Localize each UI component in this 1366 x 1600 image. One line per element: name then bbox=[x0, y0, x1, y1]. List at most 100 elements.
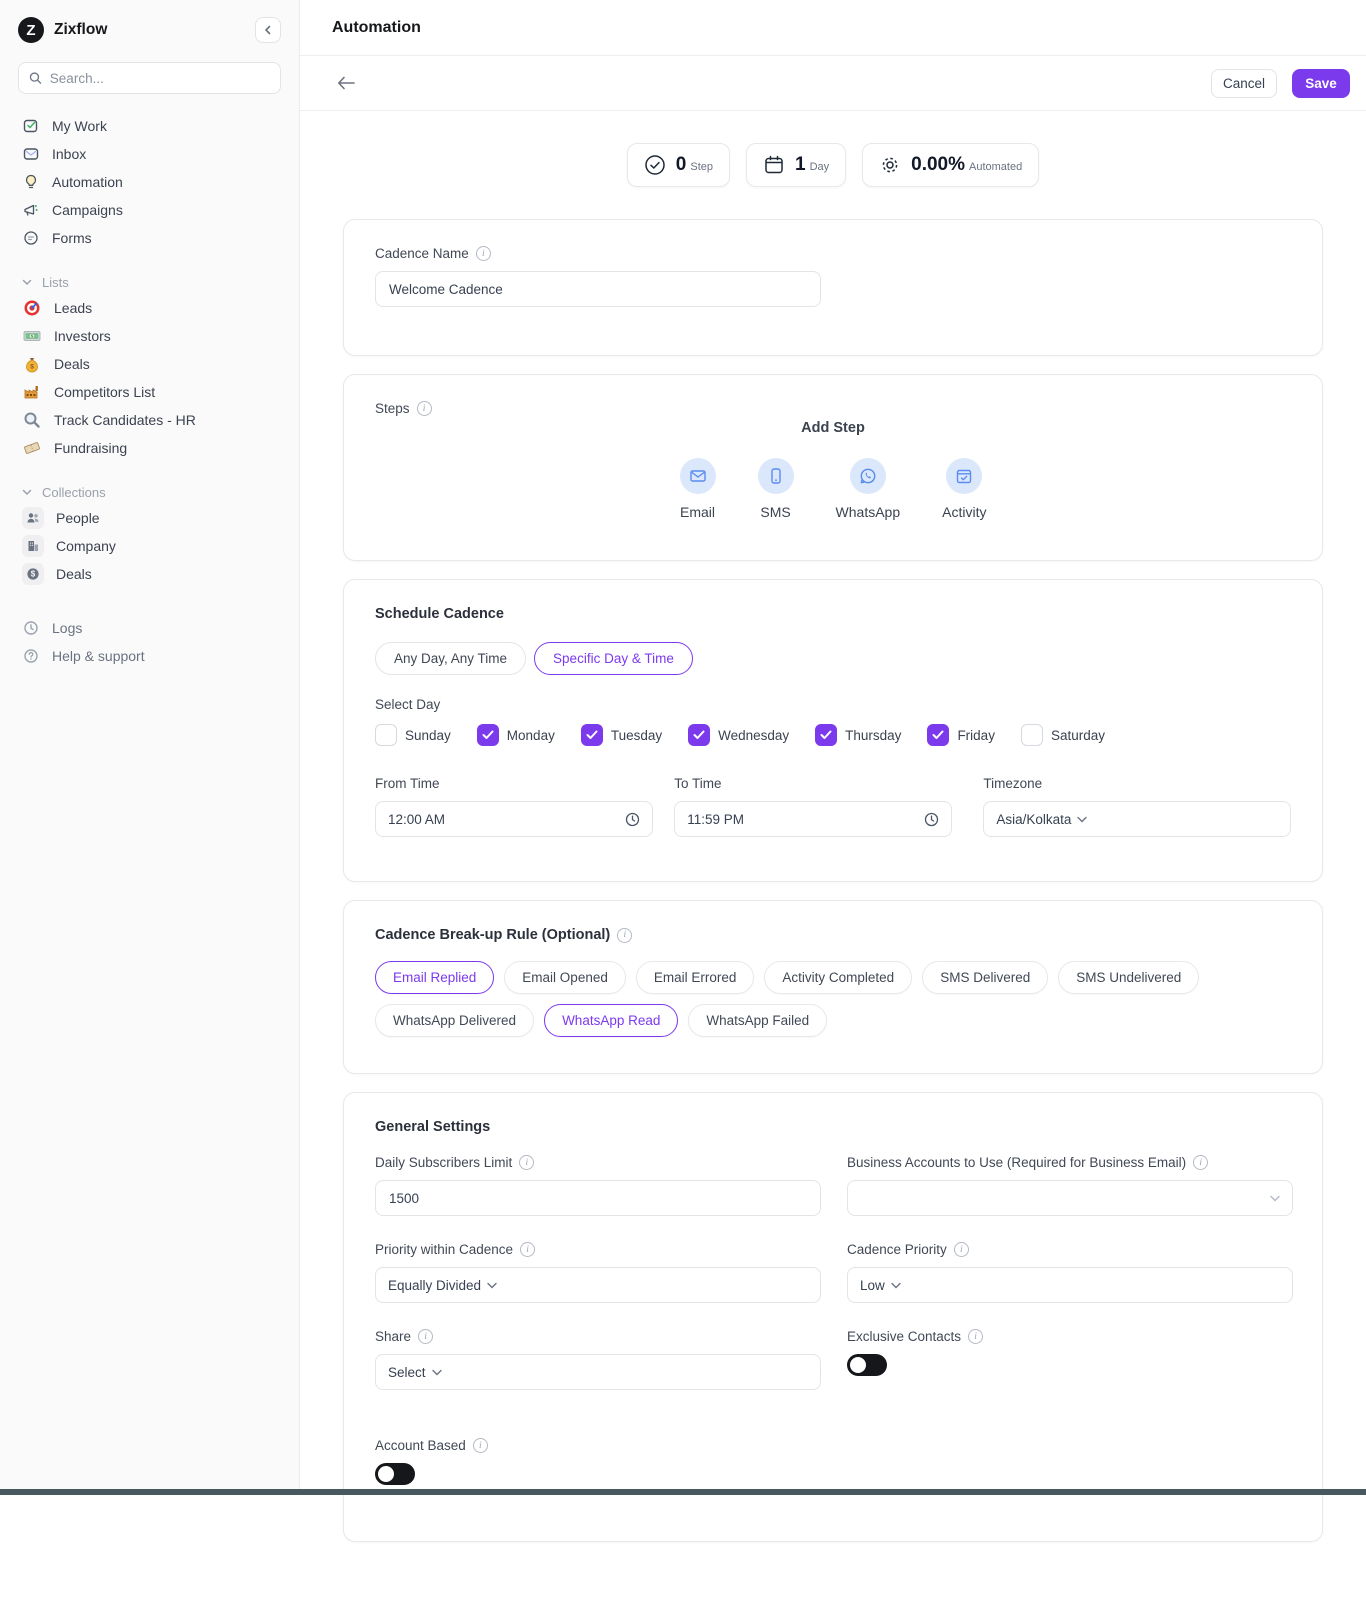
business-accounts-select[interactable] bbox=[847, 1180, 1293, 1216]
share-select[interactable]: Select bbox=[375, 1354, 821, 1390]
info-icon[interactable]: i bbox=[1193, 1155, 1208, 1170]
sidebar-item-competitors-list[interactable]: Competitors List bbox=[18, 378, 281, 406]
sidebar-item-automation[interactable]: Automation bbox=[18, 168, 281, 196]
chip-email-replied[interactable]: Email Replied bbox=[375, 961, 494, 994]
cadence-name-input[interactable] bbox=[375, 271, 821, 307]
to-time-label: To Time bbox=[674, 776, 952, 791]
cadence-priority-field: Cadence Priority i Low bbox=[847, 1242, 1293, 1303]
daily-subscribers-label-row: Daily Subscribers Limit i bbox=[375, 1155, 821, 1170]
day-checkbox-wednesday[interactable]: Wednesday bbox=[688, 724, 789, 746]
info-icon[interactable]: i bbox=[968, 1329, 983, 1344]
exclusive-contacts-field: Exclusive Contacts i bbox=[847, 1329, 1293, 1390]
sidebar-item-deals-list[interactable]: $ Deals bbox=[18, 350, 281, 378]
cancel-button[interactable]: Cancel bbox=[1211, 69, 1277, 98]
chip-activity-completed[interactable]: Activity Completed bbox=[764, 961, 912, 994]
sidebar-item-investors[interactable]: $ Investors bbox=[18, 322, 281, 350]
sidebar-item-fundraising[interactable]: Fundraising bbox=[18, 434, 281, 462]
sidebar-item-track-candidates[interactable]: Track Candidates - HR bbox=[18, 406, 281, 434]
sidebar-item-my-work[interactable]: My Work bbox=[18, 112, 281, 140]
add-whatsapp-step-button[interactable]: WhatsApp bbox=[836, 458, 901, 520]
sidebar-footer: Logs Help & support bbox=[18, 614, 281, 670]
chip-email-errored[interactable]: Email Errored bbox=[636, 961, 755, 994]
sidebar-item-forms[interactable]: Forms bbox=[18, 224, 281, 252]
sidebar-item-help-support[interactable]: Help & support bbox=[18, 642, 281, 670]
info-icon[interactable]: i bbox=[417, 401, 432, 416]
chip-sms-delivered[interactable]: SMS Delivered bbox=[922, 961, 1048, 994]
people-icon bbox=[22, 507, 44, 529]
chip-whatsapp-failed[interactable]: WhatsApp Failed bbox=[688, 1004, 827, 1037]
breakup-rule-card: Cadence Break-up Rule (Optional) i Email… bbox=[343, 900, 1323, 1074]
add-email-step-button[interactable]: Email bbox=[680, 458, 716, 520]
day-checkbox-sunday[interactable]: Sunday bbox=[375, 724, 451, 746]
checkbox-checked-icon bbox=[477, 724, 499, 746]
from-time-input[interactable]: 12:00 AM bbox=[375, 801, 653, 837]
cadence-priority-select[interactable]: Low bbox=[847, 1267, 1293, 1303]
sidebar-item-leads[interactable]: Leads bbox=[18, 294, 281, 322]
search-input[interactable] bbox=[50, 71, 270, 86]
day-checkbox-monday[interactable]: Monday bbox=[477, 724, 555, 746]
daily-subscribers-field: Daily Subscribers Limit i bbox=[375, 1155, 821, 1216]
add-activity-step-button[interactable]: Activity bbox=[942, 458, 986, 520]
sidebar-collapse-button[interactable] bbox=[255, 17, 281, 43]
daily-subscribers-input[interactable] bbox=[375, 1180, 821, 1216]
info-icon[interactable]: i bbox=[617, 928, 632, 943]
clock-icon bbox=[924, 812, 939, 827]
chip-email-opened[interactable]: Email Opened bbox=[504, 961, 626, 994]
day-label: Thursday bbox=[845, 728, 901, 743]
sidebar-item-people[interactable]: People bbox=[18, 504, 281, 532]
chip-whatsapp-delivered[interactable]: WhatsApp Delivered bbox=[375, 1004, 534, 1037]
any-day-any-time-option[interactable]: Any Day, Any Time bbox=[375, 642, 526, 675]
sidebar-item-label: My Work bbox=[52, 118, 107, 134]
search-box[interactable] bbox=[18, 62, 281, 94]
field-label-text: Cadence Break-up Rule (Optional) bbox=[375, 927, 610, 943]
general-settings-card: General Settings Daily Subscribers Limit… bbox=[343, 1092, 1323, 1542]
account-based-toggle[interactable] bbox=[375, 1463, 415, 1485]
checkbox-checked-icon bbox=[815, 724, 837, 746]
from-time-label: From Time bbox=[375, 776, 653, 791]
sidebar-item-logs[interactable]: Logs bbox=[18, 614, 281, 642]
ticket-icon bbox=[22, 438, 42, 458]
factory-icon bbox=[22, 382, 42, 402]
sidebar-item-company[interactable]: Company bbox=[18, 532, 281, 560]
lists-section-header[interactable]: Lists bbox=[18, 270, 281, 294]
steps-label-row: Steps i bbox=[375, 401, 1291, 416]
sidebar-item-inbox[interactable]: Inbox bbox=[18, 140, 281, 168]
specific-day-time-option[interactable]: Specific Day & Time bbox=[534, 642, 693, 675]
content: 0 Step 1 Day 0.00% Automated Cadence Nam… bbox=[300, 111, 1366, 1600]
svg-text:$: $ bbox=[30, 363, 34, 370]
share-value: Select bbox=[388, 1365, 426, 1380]
info-icon[interactable]: i bbox=[520, 1242, 535, 1257]
chip-whatsapp-read[interactable]: WhatsApp Read bbox=[544, 1004, 678, 1037]
to-time-input[interactable]: 11:59 PM bbox=[674, 801, 952, 837]
sidebar: Z Zixflow My Work Inbox Automation Campa… bbox=[0, 0, 300, 1489]
day-checkbox-saturday[interactable]: Saturday bbox=[1021, 724, 1105, 746]
field-label-text: Cadence Priority bbox=[847, 1242, 947, 1257]
field-label-text: Timezone bbox=[983, 776, 1042, 791]
info-icon[interactable]: i bbox=[954, 1242, 969, 1257]
field-label-text: Cadence Name bbox=[375, 246, 469, 261]
chip-sms-undelivered[interactable]: SMS Undelivered bbox=[1058, 961, 1199, 994]
priority-within-cadence-select[interactable]: Equally Divided bbox=[375, 1267, 821, 1303]
sidebar-item-campaigns[interactable]: Campaigns bbox=[18, 196, 281, 224]
exclusive-contacts-toggle[interactable] bbox=[847, 1354, 887, 1376]
sidebar-item-deals-collection[interactable]: $ Deals bbox=[18, 560, 281, 588]
breakup-rule-chips: Email Replied Email Opened Email Errored… bbox=[375, 961, 1291, 1037]
stat-label: Step bbox=[690, 161, 713, 173]
info-icon[interactable]: i bbox=[473, 1438, 488, 1453]
info-icon[interactable]: i bbox=[418, 1329, 433, 1344]
day-checkbox-tuesday[interactable]: Tuesday bbox=[581, 724, 662, 746]
save-button[interactable]: Save bbox=[1292, 69, 1350, 98]
cadence-name-label-row: Cadence Name i bbox=[375, 246, 1291, 261]
field-label-text: From Time bbox=[375, 776, 440, 791]
day-checkbox-thursday[interactable]: Thursday bbox=[815, 724, 901, 746]
add-sms-step-button[interactable]: SMS bbox=[758, 458, 794, 520]
collections-section-header[interactable]: Collections bbox=[18, 480, 281, 504]
back-button[interactable] bbox=[332, 69, 360, 97]
gear-icon bbox=[879, 154, 901, 176]
sidebar-item-label: Forms bbox=[52, 230, 92, 246]
day-checkbox-friday[interactable]: Friday bbox=[927, 724, 995, 746]
add-step-channels: Email SMS WhatsApp Activity bbox=[375, 458, 1291, 526]
info-icon[interactable]: i bbox=[476, 246, 491, 261]
timezone-select[interactable]: Asia/Kolkata bbox=[983, 801, 1291, 837]
info-icon[interactable]: i bbox=[519, 1155, 534, 1170]
